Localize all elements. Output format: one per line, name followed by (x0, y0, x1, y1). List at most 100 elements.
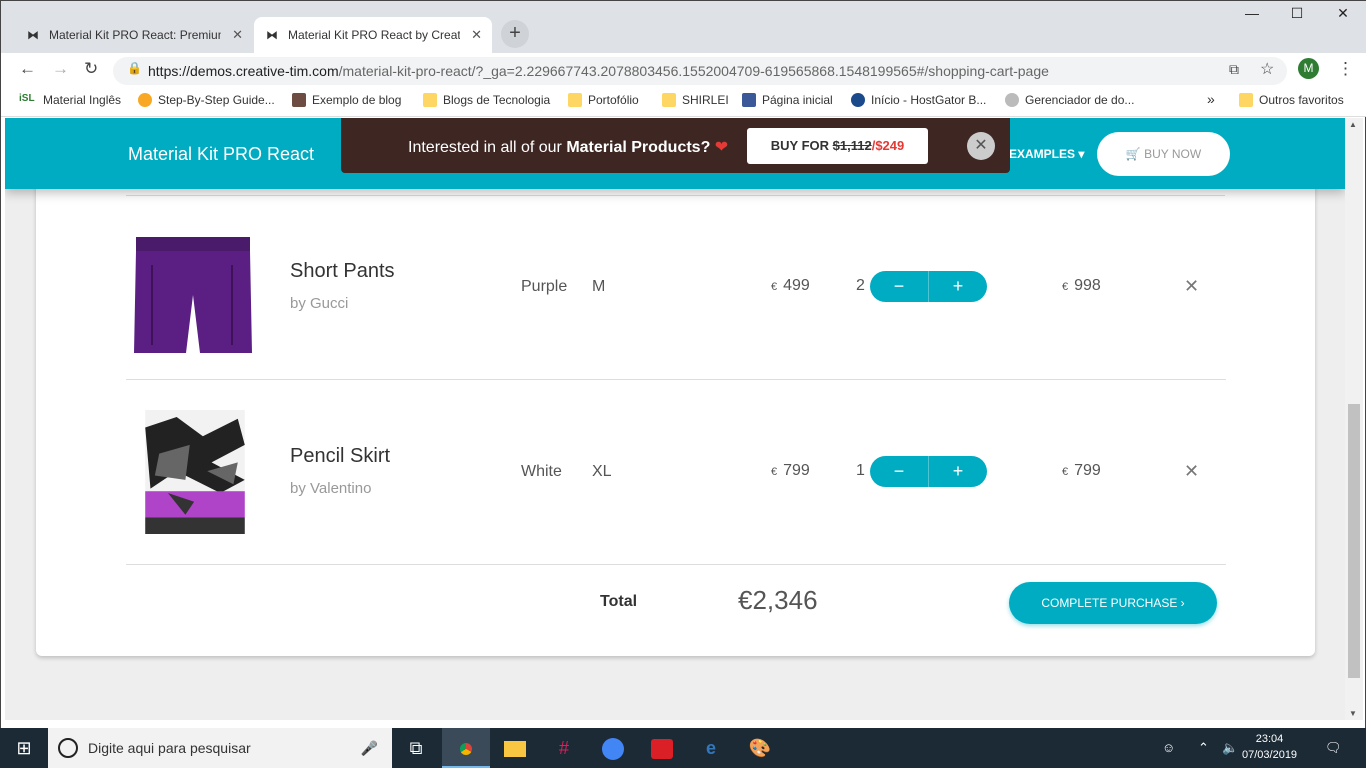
product-quantity: 1 (856, 462, 865, 479)
tab-title: Material Kit PRO React by Creativ (288, 28, 460, 42)
heart-icon: ❤ (714, 139, 729, 156)
bookmark-item[interactable]: Gerenciador de do... (1005, 93, 1134, 107)
star-icon[interactable]: ☆ (1260, 59, 1274, 79)
product-brand: by Gucci (290, 295, 349, 312)
tab-favicon: ⧓ (266, 28, 278, 42)
cart-icon: 🛒 (1125, 147, 1141, 161)
total-value: €2,346 (738, 585, 818, 615)
buy-for-button[interactable]: BUY FOR $1,112/$249 (747, 128, 928, 164)
buy-now-button[interactable]: 🛒 BUY NOW (1097, 132, 1230, 176)
task-view-icon[interactable]: ⧉ (392, 728, 440, 768)
promo-text: Interested in all of our Material Produc… (408, 139, 729, 156)
blog-icon (292, 93, 306, 107)
quantity-stepper: − + (870, 456, 987, 487)
product-color: White (521, 463, 562, 480)
decrease-button[interactable]: − (870, 456, 929, 487)
close-tab-icon[interactable]: ✕ (471, 27, 482, 43)
translate-icon[interactable]: ⧉ (1229, 61, 1239, 78)
bookmark-item[interactable]: SHIRLEI (662, 93, 729, 107)
decrease-button[interactable]: − (870, 271, 929, 302)
adobe-cloud-icon[interactable] (638, 728, 686, 768)
bookmark-item[interactable]: Página inicial (742, 93, 833, 107)
edge-icon[interactable]: e (687, 728, 735, 768)
clock[interactable]: 23:04 07/03/2019 (1242, 731, 1297, 763)
lock-icon[interactable]: 🔒 (127, 61, 142, 75)
tray-chevron-icon[interactable]: ⌃ (1198, 740, 1209, 756)
scroll-down-icon[interactable]: ▼ (1349, 709, 1357, 718)
product-name[interactable]: Pencil Skirt (290, 445, 390, 468)
increase-button[interactable]: + (929, 456, 987, 487)
bookmark-item[interactable]: Step-By-Step Guide... (138, 93, 275, 107)
browser-toolbar: ← → ↻ https://demos.creative-tim.com/mat… (1, 53, 1366, 87)
bookmark-item[interactable]: Início - HostGator B... (851, 93, 986, 107)
taskbar: ⊞ Digite aqui para pesquisar 🎤 ⧉ # e 🎨 ☺… (0, 728, 1366, 768)
isl-icon: iSL (19, 93, 37, 107)
taskbar-search[interactable]: Digite aqui para pesquisar 🎤 (48, 728, 392, 768)
slack-icon[interactable]: # (540, 728, 588, 768)
close-tab-icon[interactable]: ✕ (232, 27, 243, 43)
product-name[interactable]: Short Pants (290, 260, 395, 283)
cart-row: Pencil Skirt by Valentino White XL €799 … (126, 380, 1226, 565)
bee-icon (138, 93, 152, 107)
microphone-icon[interactable]: 🎤 (361, 728, 378, 768)
product-price: €499 (771, 277, 810, 294)
bookmark-item[interactable]: iSL Material Inglês (19, 93, 121, 107)
people-icon[interactable]: ☺ (1162, 740, 1175, 755)
scrollbar-thumb[interactable] (1348, 404, 1360, 678)
new-tab-button[interactable]: + (501, 20, 529, 48)
reload-icon[interactable]: ↻ (84, 59, 98, 79)
tab-favicon: ⧓ (27, 28, 39, 42)
bookmark-item[interactable]: Exemplo de blog (292, 93, 401, 107)
brand-logo[interactable]: Material Kit PRO React (128, 144, 314, 165)
maximize-icon[interactable]: ☐ (1274, 5, 1320, 22)
product-brand: by Valentino (290, 480, 372, 497)
close-promo-icon[interactable]: ✕ (967, 132, 995, 160)
browser-window: ⧓ Material Kit PRO React: Premium ✕ ⧓ Ma… (0, 0, 1366, 768)
cortana-icon (58, 738, 78, 758)
folder-icon (1239, 93, 1253, 107)
remove-item-icon[interactable]: ✕ (1184, 276, 1199, 297)
product-color: Purple (521, 278, 568, 295)
url-host: https://demos.creative-tim.com (148, 63, 339, 79)
increase-button[interactable]: + (929, 271, 987, 302)
scrollbar[interactable]: ▲ ▼ (1345, 118, 1363, 720)
scroll-up-icon[interactable]: ▲ (1349, 120, 1357, 129)
notifications-icon[interactable]: 🗨 (1325, 740, 1342, 756)
file-explorer-icon[interactable] (491, 728, 539, 768)
tab-shopping-cart[interactable]: ⧓ Material Kit PRO React by Creativ ✕ (254, 17, 492, 53)
chrome-icon[interactable] (442, 728, 490, 768)
product-quantity: 2 (856, 277, 865, 294)
profile-avatar[interactable]: M (1298, 58, 1319, 79)
folder-icon (568, 93, 582, 107)
url-path: /material-kit-pro-react/?_ga=2.229667743… (338, 63, 1049, 79)
product-size: XL (592, 463, 612, 480)
forward-icon[interactable]: → (52, 59, 69, 79)
menu-icon[interactable]: ⋮ (1337, 59, 1354, 79)
tab-premium[interactable]: ⧓ Material Kit PRO React: Premium ✕ (15, 17, 253, 53)
folder-icon (423, 93, 437, 107)
volume-icon[interactable]: 🔈 (1222, 740, 1238, 756)
product-amount: €799 (1062, 462, 1101, 479)
paint-icon[interactable]: 🎨 (736, 728, 784, 768)
bookmark-item[interactable]: Portofólio (568, 93, 639, 107)
hostgator-icon (851, 93, 865, 107)
other-bookmarks[interactable]: Outros favoritos (1239, 93, 1344, 107)
chrome-alt-icon[interactable] (589, 728, 637, 768)
bookmarks-overflow-icon[interactable]: » (1207, 91, 1215, 107)
product-image-short-pants (134, 237, 252, 353)
manager-icon (1005, 93, 1019, 107)
back-icon[interactable]: ← (19, 59, 36, 79)
minimize-icon[interactable]: — (1229, 5, 1275, 21)
product-image-pencil-skirt (145, 410, 245, 534)
promo-banner: Interested in all of our Material Produc… (341, 118, 1010, 173)
divider (126, 564, 1226, 565)
windows-start-icon[interactable]: ⊞ (0, 728, 48, 768)
product-amount: €998 (1062, 277, 1101, 294)
close-window-icon[interactable]: ✕ (1320, 5, 1366, 22)
examples-dropdown[interactable]: EXAMPLES ▾ (1009, 147, 1084, 161)
complete-purchase-button[interactable]: COMPLETE PURCHASE › (1009, 582, 1217, 624)
tab-strip: ⧓ Material Kit PRO React: Premium ✕ ⧓ Ma… (1, 1, 1366, 53)
remove-item-icon[interactable]: ✕ (1184, 461, 1199, 482)
address-bar[interactable]: https://demos.creative-tim.com/material-… (113, 57, 1287, 85)
bookmark-item[interactable]: Blogs de Tecnologia (423, 93, 550, 107)
